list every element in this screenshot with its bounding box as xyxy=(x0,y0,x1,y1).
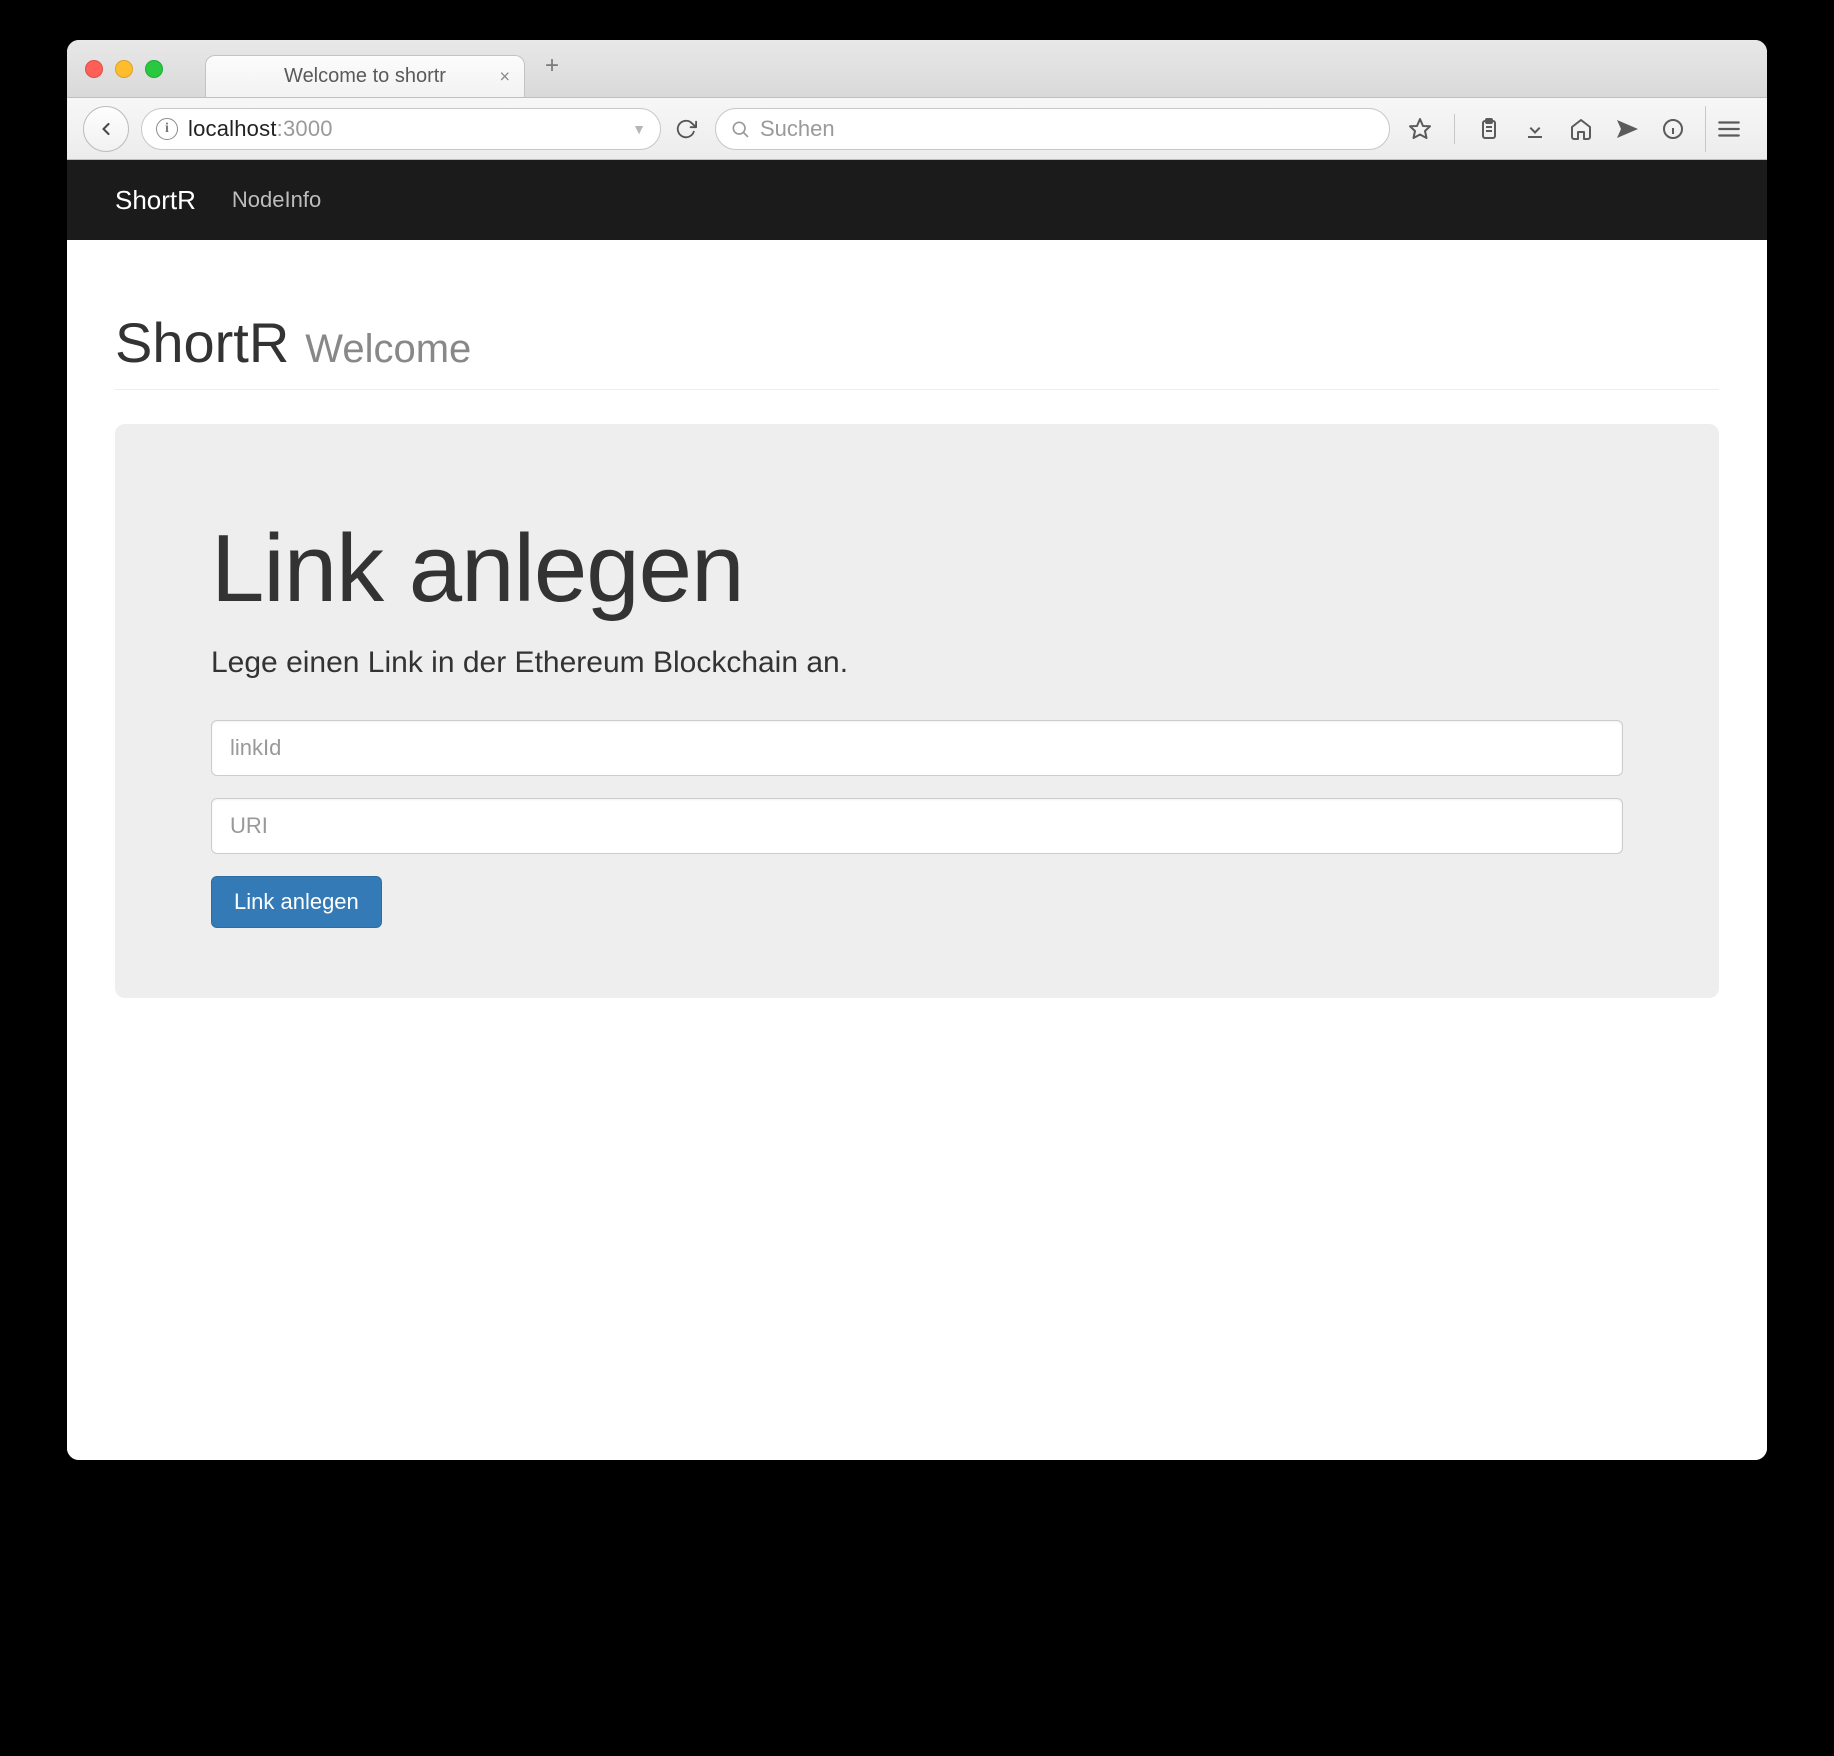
new-tab-button[interactable]: + xyxy=(537,53,567,79)
navbar-item-nodeinfo[interactable]: NodeInfo xyxy=(232,187,321,213)
home-icon[interactable] xyxy=(1569,117,1593,141)
navbar-brand[interactable]: ShortR xyxy=(115,185,196,216)
page-header: ShortR Welcome xyxy=(115,310,1719,390)
tab-title: Welcome to shortr xyxy=(284,65,446,88)
reload-button[interactable] xyxy=(669,112,703,146)
toolbar-icons xyxy=(1408,114,1685,144)
window-zoom-button[interactable] xyxy=(145,60,163,78)
page-title: ShortR xyxy=(115,310,289,375)
menu-button[interactable] xyxy=(1705,106,1751,152)
downloads-icon[interactable] xyxy=(1523,117,1547,141)
window-controls xyxy=(85,60,163,78)
browser-window: Welcome to shortr × + i localhost:3000 ▼… xyxy=(67,40,1767,1460)
close-tab-icon[interactable]: × xyxy=(499,66,510,87)
app-navbar: ShortR NodeInfo xyxy=(67,160,1767,240)
bookmark-star-icon[interactable] xyxy=(1408,117,1432,141)
search-placeholder: Suchen xyxy=(760,116,835,142)
form-group-linkid xyxy=(211,720,1623,776)
uri-input[interactable] xyxy=(211,798,1623,854)
window-close-button[interactable] xyxy=(85,60,103,78)
toolbar-separator xyxy=(1454,114,1455,144)
info-icon[interactable] xyxy=(1661,117,1685,141)
browser-toolbar: i localhost:3000 ▼ Suchen xyxy=(67,98,1767,160)
page-title-row: ShortR Welcome xyxy=(115,310,1719,375)
form-group-uri xyxy=(211,798,1623,854)
jumbotron-lead: Lege einen Link in der Ethereum Blockcha… xyxy=(211,646,1623,680)
jumbotron-heading: Link anlegen xyxy=(211,514,1623,624)
send-icon[interactable] xyxy=(1615,117,1639,141)
url-host: localhost xyxy=(188,116,277,141)
url-dropdown-icon[interactable]: ▼ xyxy=(632,121,646,137)
submit-button[interactable]: Link anlegen xyxy=(211,876,382,928)
back-button[interactable] xyxy=(83,106,129,152)
main-container: ShortR Welcome Link anlegen Lege einen L… xyxy=(67,240,1767,1118)
jumbotron: Link anlegen Lege einen Link in der Ethe… xyxy=(115,424,1719,998)
site-info-icon[interactable]: i xyxy=(156,118,178,140)
search-bar[interactable]: Suchen xyxy=(715,108,1390,150)
window-minimize-button[interactable] xyxy=(115,60,133,78)
linkid-input[interactable] xyxy=(211,720,1623,776)
clipboard-icon[interactable] xyxy=(1477,117,1501,141)
search-icon xyxy=(730,119,750,139)
url-rest: :3000 xyxy=(277,116,333,141)
browser-tab[interactable]: Welcome to shortr × xyxy=(205,55,525,97)
page-subtitle: Welcome xyxy=(305,327,471,372)
url-text: localhost:3000 xyxy=(188,116,333,142)
tab-strip: Welcome to shortr × + xyxy=(67,40,1767,98)
page-viewport: ShortR NodeInfo ShortR Welcome Link anle… xyxy=(67,160,1767,1460)
address-bar[interactable]: i localhost:3000 ▼ xyxy=(141,108,661,150)
